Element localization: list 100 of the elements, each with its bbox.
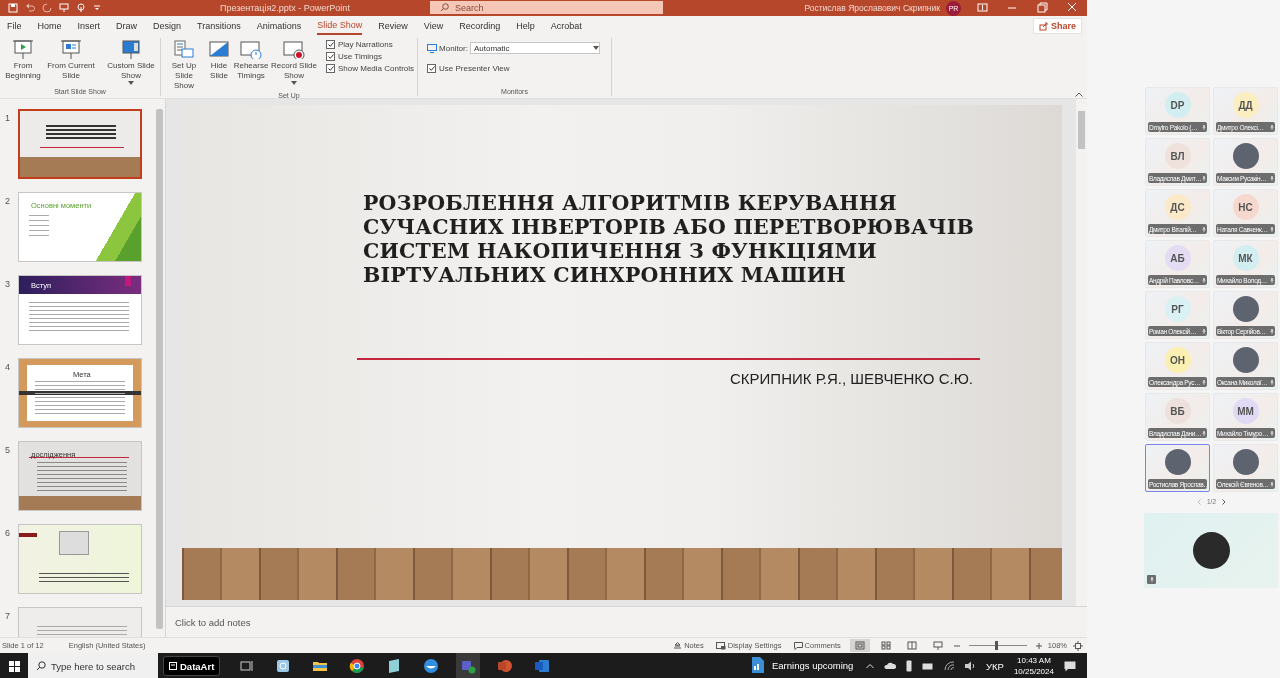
scrollbar[interactable]	[1076, 99, 1087, 606]
ribbon-tab[interactable]: Draw	[116, 17, 138, 35]
photo-placeholder	[1164, 449, 1191, 475]
customize-caret-icon[interactable]	[93, 4, 101, 12]
slide-sorter-icon[interactable]	[880, 641, 891, 650]
ribbon-tab[interactable]: Insert	[77, 17, 101, 35]
participant-avatar: МК	[1232, 245, 1259, 271]
microphone-icon	[1270, 430, 1274, 436]
powerpoint-icon[interactable]	[497, 658, 514, 674]
app-logo-icon	[169, 662, 177, 670]
search-icon	[36, 661, 46, 671]
ribbon-tab[interactable]: Transitions	[197, 17, 241, 35]
slide-author: СКРИПНИК Р.Я., ШЕВЧЕНКО С.Ю.	[730, 370, 973, 387]
ribbon-tab[interactable]: Recording	[459, 17, 501, 35]
ribbon-tab[interactable]: View	[423, 17, 444, 35]
checkbox[interactable]: Use Timings	[326, 52, 415, 61]
ribbon-tab[interactable]: Animations	[256, 17, 302, 35]
reading-view-icon[interactable]	[906, 641, 917, 650]
checkbox[interactable]: Play Narrations	[326, 40, 415, 49]
ribbon-tab[interactable]: Acrobat	[550, 17, 582, 35]
touch-mode-icon[interactable]	[76, 3, 86, 13]
participant-avatar: ВЛ	[1164, 143, 1191, 169]
app-icon[interactable]	[275, 658, 292, 674]
search-field[interactable]: Search	[430, 1, 663, 14]
microphone-icon	[1149, 577, 1154, 582]
slide-thumbnail[interactable]	[18, 524, 142, 594]
chrome-icon[interactable]	[349, 658, 366, 674]
usb-drive-icon[interactable]	[906, 660, 912, 672]
notification-icon[interactable]	[1063, 660, 1076, 672]
teams-icon[interactable]	[460, 658, 477, 674]
slide-number: 6	[4, 527, 11, 538]
keyboard-language[interactable]: УКР	[986, 660, 1004, 672]
volume-icon[interactable]	[965, 661, 976, 671]
task-view-icon[interactable]	[238, 658, 255, 674]
slide-thumbnail[interactable]	[18, 109, 142, 179]
current-icon	[59, 39, 83, 59]
ribbon-tab[interactable]: Review	[378, 17, 408, 35]
microphone-icon	[1202, 175, 1206, 181]
slide-number: 2	[4, 195, 11, 206]
text-placeholder-line	[29, 235, 49, 236]
microphone-icon	[1202, 124, 1206, 130]
ribbon-button[interactable]: Set Up Slide Show	[164, 38, 204, 92]
save-icon[interactable]	[8, 3, 18, 13]
presentation-icon[interactable]	[59, 3, 69, 13]
monitor-dropdown[interactable]: Automatic	[469, 42, 600, 54]
taskbar-search-field[interactable]: Type here to search	[28, 653, 158, 678]
slide-title: РОЗРОБЛЕННЯ АЛГОРИТМІВ КЕРУВАННЯ СУЧАСНИХ ІНВЕРТОРІВ АБО ПЕРЕТВОРЮВАЧІВ СИСТЕМ НАКОПИЧЕННЯ З ФУНКЦІЯМИ ВІРТУАЛЬНИХ СИНХРОННИХ МАШИН	[363, 191, 975, 287]
slide-number: 1	[4, 112, 11, 123]
share-icon	[1039, 21, 1048, 31]
undo-icon[interactable]	[25, 3, 35, 13]
photo-placeholder	[1232, 296, 1259, 322]
chevron-up-icon[interactable]	[866, 663, 874, 669]
document-chart-icon	[752, 657, 764, 673]
custom-icon	[119, 39, 143, 59]
ribbon-tab[interactable]: Design	[153, 17, 182, 35]
pinned-app-button[interactable]: DataArt	[163, 656, 221, 676]
slide-show-icon[interactable]	[932, 641, 943, 650]
slide-number: 7	[4, 610, 11, 621]
ribbon-tab[interactable]: File	[7, 17, 22, 35]
ribbon-button[interactable]: From Beginning	[3, 38, 43, 88]
zoom-slider-thumb[interactable]	[995, 641, 999, 650]
ribbon-tab[interactable]: Help	[516, 17, 535, 35]
microphone-icon	[1270, 328, 1274, 334]
collapse-ribbon-icon[interactable]	[1075, 92, 1083, 97]
normal-view-icon[interactable]	[854, 641, 865, 650]
checkbox[interactable]: Show Media Controls	[326, 64, 415, 73]
ribbon-tab[interactable]: Home	[37, 17, 62, 35]
news-widget[interactable]: Earnings upcoming	[752, 657, 854, 673]
notes-field[interactable]: Click to add notes	[166, 606, 1087, 637]
setup-icon	[172, 39, 196, 59]
wifi-icon[interactable]	[944, 661, 955, 671]
comment-icon	[793, 641, 803, 650]
microphone-icon	[1202, 328, 1206, 334]
microphone-icon	[1202, 226, 1206, 232]
battery-icon[interactable]	[922, 662, 934, 670]
microphone-icon	[1202, 277, 1206, 283]
photo-placeholder	[1232, 143, 1259, 169]
fit-to-window-icon[interactable]	[1073, 640, 1083, 651]
participant-avatar: НС	[1232, 194, 1259, 220]
ribbon-button[interactable]: Rehearse Timings	[234, 38, 268, 92]
next-page-icon[interactable]	[1222, 498, 1227, 505]
checkbox[interactable]: Use Presenter View	[427, 64, 600, 73]
ribbon-button[interactable]: Record Slide Show	[270, 38, 318, 92]
cloud-icon[interactable]	[884, 662, 896, 670]
ribbon-button[interactable]: Hide Slide	[206, 38, 232, 92]
slide-number: 3	[4, 278, 11, 289]
text-placeholder-line	[29, 225, 49, 226]
taskbar-clock[interactable]: 10:43 AM 10/25/2024	[1013, 655, 1054, 677]
zoom-in-icon[interactable]	[1035, 642, 1042, 649]
ribbon-button[interactable]: From Current Slide	[45, 38, 97, 88]
redo-icon[interactable]	[42, 3, 52, 13]
word-icon[interactable]	[534, 658, 551, 674]
accent-bar	[19, 533, 37, 537]
share-button[interactable]: Share	[1033, 18, 1082, 34]
text-placeholder-line	[29, 220, 49, 221]
participant-avatar: ВБ	[1164, 398, 1191, 424]
ribbon-button[interactable]: Custom Slide Show	[105, 38, 157, 88]
photo-placeholder	[1232, 347, 1259, 373]
microphone-icon	[1270, 226, 1274, 232]
monitor-label: Monitor:	[439, 43, 468, 53]
